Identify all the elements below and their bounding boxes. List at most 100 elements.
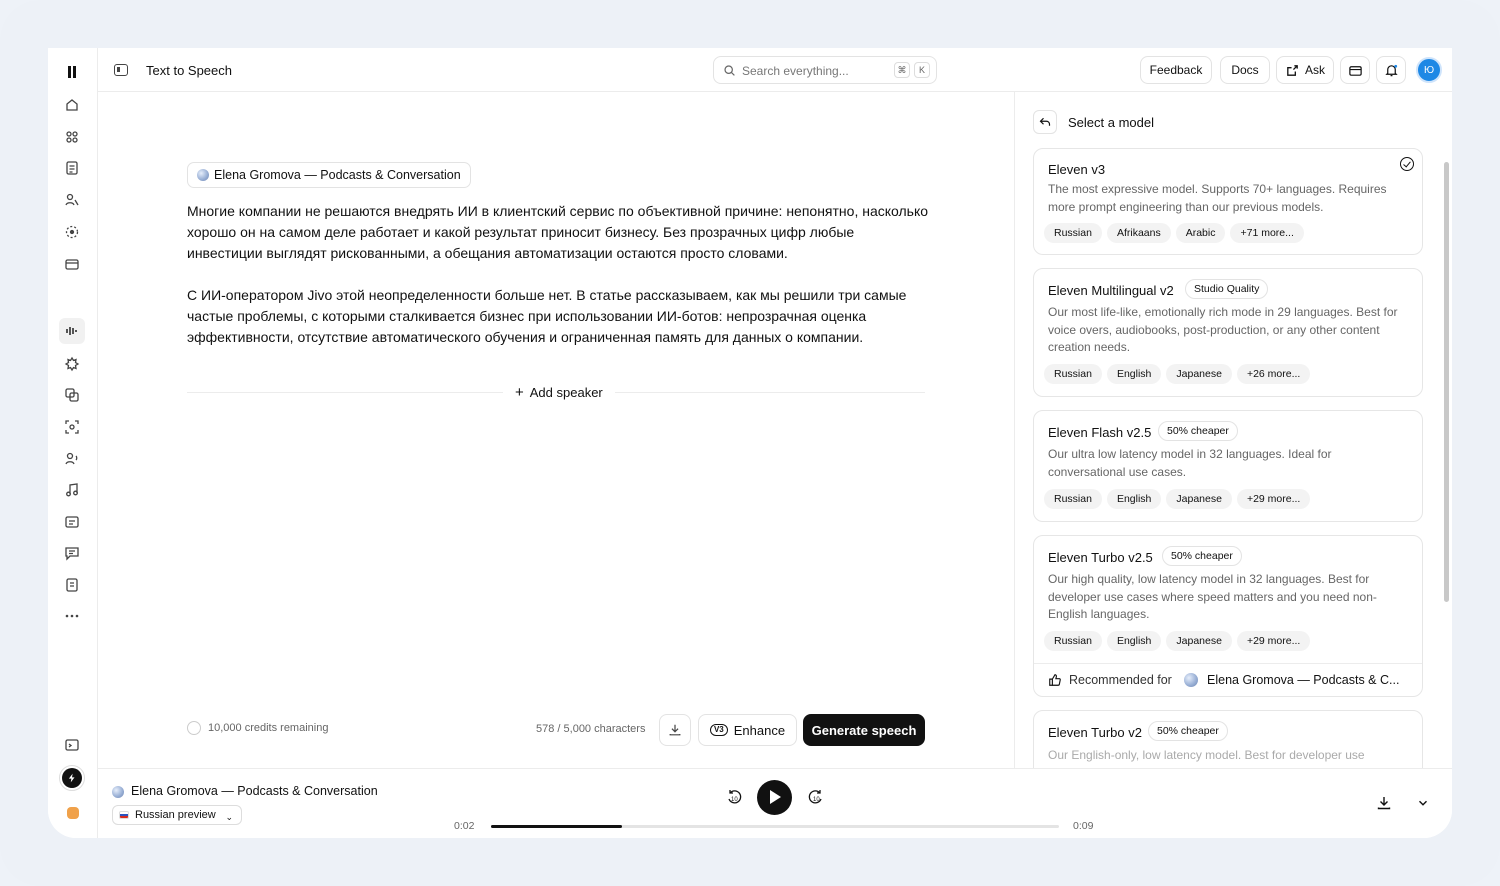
music-icon[interactable]: [61, 479, 83, 501]
credits-label: 10,000 credits remaining: [208, 722, 329, 734]
language-tag: Afrikaans: [1106, 223, 1171, 243]
search-input[interactable]: Search everything... ⌘ K: [713, 56, 937, 84]
skip-back-seconds: 10: [731, 797, 738, 803]
audio-player: Elena Gromova — Podcasts & Conversation …: [98, 768, 1452, 838]
voice-name: Elena Gromova — Podcasts & Conversation: [214, 168, 461, 182]
generate-speech-button[interactable]: Generate speech: [803, 714, 925, 746]
skip-forward-seconds: 10: [813, 797, 820, 803]
docs-button[interactable]: Docs: [1220, 56, 1270, 84]
apps-icon[interactable]: [61, 126, 83, 148]
speech-to-speech-icon[interactable]: [61, 448, 83, 470]
text-paragraph-2[interactable]: С ИИ-оператором Jivo этой неопределеннос…: [187, 285, 932, 348]
studio-icon[interactable]: [61, 574, 83, 596]
recommended-label: Recommended for: [1069, 673, 1172, 687]
model-card[interactable]: Eleven Flash v2.5 50% cheaper Our ultra …: [1033, 410, 1423, 522]
recommended-for-row: Recommended for Elena Gromova — Podcasts…: [1034, 663, 1422, 696]
dubbing-icon[interactable]: [61, 221, 83, 243]
add-speaker-button[interactable]: + Add speaker: [503, 384, 615, 401]
more-languages-tag[interactable]: +71 more...: [1230, 223, 1304, 243]
model-description: Our English-only, low latency model. Bes…: [1048, 748, 1365, 762]
model-card[interactable]: Eleven Turbo v2.5 50% cheaper Our high q…: [1033, 535, 1423, 697]
notifications-button[interactable]: [1376, 56, 1406, 84]
language-tag: English: [1106, 489, 1162, 509]
voice-changer-icon[interactable]: [61, 353, 83, 375]
language-tag: Russian: [1044, 631, 1102, 651]
feedback-button[interactable]: Feedback: [1140, 56, 1212, 84]
recommended-voice: Elena Gromova — Podcasts & C...: [1207, 673, 1400, 687]
language-value: Russian preview: [135, 809, 216, 821]
left-sidebar: [48, 48, 98, 838]
player-voice-name: Elena Gromova — Podcasts & Conversation: [131, 784, 378, 798]
voice-selector[interactable]: Elena Gromova — Podcasts & Conversation: [187, 162, 471, 188]
play-button[interactable]: [757, 780, 792, 815]
back-button[interactable]: [1033, 110, 1057, 134]
text-to-speech-icon[interactable]: [59, 318, 85, 344]
folder-icon: [1348, 65, 1362, 76]
language-select[interactable]: Russian preview ⌄: [112, 805, 242, 825]
bolt-icon[interactable]: [62, 768, 82, 788]
skip-back-icon[interactable]: 10: [726, 789, 742, 805]
progress-slider[interactable]: [491, 825, 1059, 828]
current-time: 0:02: [454, 820, 475, 832]
model-name: Eleven v3: [1048, 162, 1106, 177]
language-tag: Russian: [1044, 489, 1102, 509]
v3-badge-icon: V3: [709, 724, 728, 736]
sidebar-toggle-icon[interactable]: [114, 64, 128, 76]
enhance-button[interactable]: V3 Enhance: [698, 714, 797, 746]
model-description: The most expressive model. Supports 70+ …: [1048, 182, 1387, 214]
search-placeholder: Search everything...: [742, 64, 849, 78]
ask-label: Ask: [1304, 63, 1325, 77]
model-badge: 50% cheaper: [1158, 421, 1238, 441]
more-icon[interactable]: [61, 605, 83, 627]
files-button[interactable]: [1340, 56, 1370, 84]
total-time: 0:09: [1073, 820, 1094, 832]
model-card[interactable]: Eleven Multilingual v2 Studio Quality Ou…: [1033, 268, 1423, 397]
model-description: Our ultra low latency model in 32 langua…: [1048, 447, 1332, 479]
language-tags: Russian English Japanese +29 more...: [1044, 631, 1311, 651]
selected-check-icon: [1400, 157, 1414, 171]
app-window: Text to Speech Search everything... ⌘ K …: [48, 48, 1452, 838]
plus-icon: +: [515, 384, 524, 401]
bell-icon: [1384, 64, 1398, 76]
document-icon[interactable]: [61, 157, 83, 179]
top-bar: Text to Speech Search everything... ⌘ K …: [98, 48, 1452, 92]
search-icon: [724, 65, 735, 76]
ask-button[interactable]: Ask: [1276, 56, 1334, 84]
model-card[interactable]: Eleven v3 The most expressive model. Sup…: [1033, 148, 1423, 255]
more-languages-tag[interactable]: +29 more...: [1236, 489, 1311, 509]
chat-icon[interactable]: [61, 542, 83, 564]
add-speaker-label: Add speaker: [529, 385, 603, 400]
skip-forward-icon[interactable]: 10: [808, 789, 824, 805]
transcribe-icon[interactable]: [61, 511, 83, 533]
language-tag: Japanese: [1166, 631, 1232, 651]
sound-effects-icon[interactable]: [61, 384, 83, 406]
model-name: Eleven Turbo v2: [1048, 725, 1142, 740]
download-icon: [669, 724, 681, 736]
text-paragraph-1[interactable]: Многие компании не решаются внедрять ИИ …: [187, 201, 932, 264]
voice-avatar-icon: [1184, 673, 1198, 687]
more-languages-tag[interactable]: +29 more...: [1236, 631, 1311, 651]
home-icon[interactable]: [61, 94, 83, 116]
download-icon[interactable]: [1376, 795, 1392, 811]
logo-icon[interactable]: [61, 61, 83, 83]
shortcut-k-key: K: [914, 62, 930, 78]
voices-icon[interactable]: [61, 189, 83, 211]
voice-isolator-icon[interactable]: [61, 416, 83, 438]
more-languages-tag[interactable]: +26 more...: [1236, 364, 1311, 384]
model-name: Eleven Multilingual v2: [1048, 283, 1174, 298]
workspace-icon[interactable]: [67, 807, 79, 819]
character-count: 578 / 5,000 characters: [536, 723, 646, 735]
panel-scrollbar[interactable]: [1444, 162, 1449, 602]
language-tag: English: [1106, 631, 1162, 651]
chevron-down-icon[interactable]: [1416, 796, 1430, 810]
terminal-icon[interactable]: [61, 734, 83, 756]
user-avatar[interactable]: Ю: [1416, 57, 1442, 83]
progress-fill: [491, 825, 622, 828]
russia-flag-icon: [119, 811, 129, 819]
download-button[interactable]: [659, 714, 691, 746]
language-tag: English: [1106, 364, 1162, 384]
folder-icon[interactable]: [61, 253, 83, 275]
enhance-label: Enhance: [733, 722, 786, 738]
language-tag: Russian: [1044, 364, 1102, 384]
model-badge: 50% cheaper: [1148, 721, 1228, 741]
